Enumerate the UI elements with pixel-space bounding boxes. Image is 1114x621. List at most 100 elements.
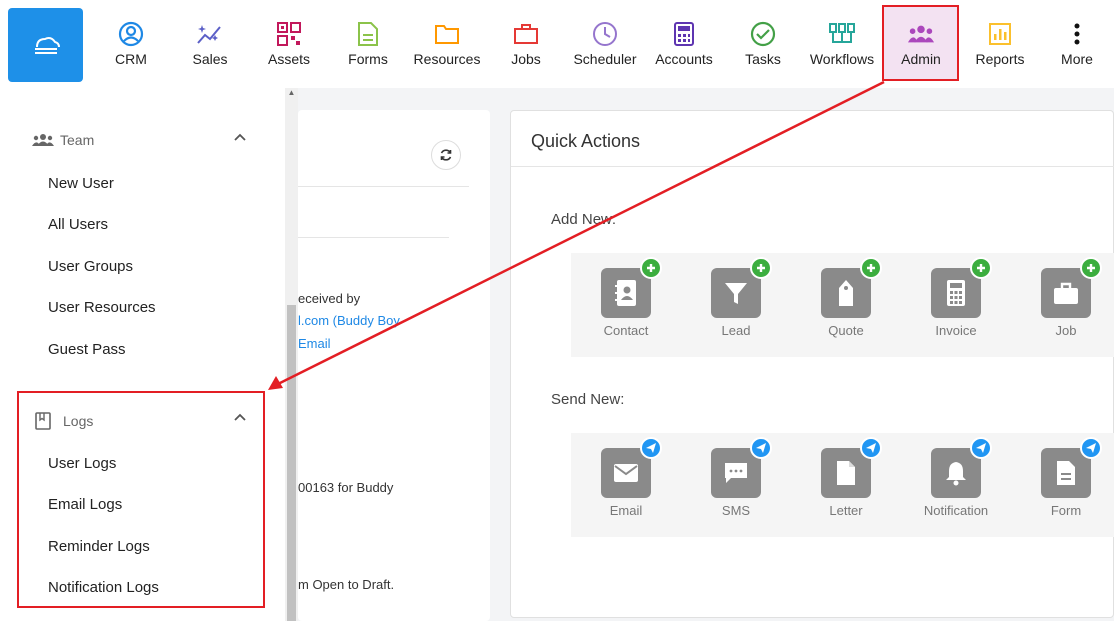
chat-bubble-icon	[725, 463, 747, 483]
send-letter-button[interactable]: Letter	[806, 437, 886, 518]
nav-more[interactable]: More	[1058, 0, 1096, 88]
menu-item-user-logs[interactable]: User Logs	[48, 455, 116, 472]
send-email-button[interactable]: Email	[586, 437, 666, 518]
user-circle-icon	[117, 20, 145, 48]
nav-label: Scheduler	[573, 51, 637, 67]
activity-contact-link[interactable]: Buddy Boy	[337, 313, 400, 328]
clock-icon	[591, 20, 619, 48]
nav-accounts[interactable]: Accounts	[655, 0, 713, 88]
bar-chart-icon	[986, 20, 1014, 48]
activity-email-link[interactable]: l.com (	[298, 313, 337, 328]
send-form-button[interactable]: Form	[1026, 437, 1106, 518]
briefcase-icon	[512, 20, 540, 48]
nav-admin[interactable]: Admin	[896, 0, 946, 88]
nav-label: CRM	[115, 51, 147, 67]
document-icon	[354, 20, 382, 48]
plus-icon	[1080, 257, 1102, 279]
tile-label: Email	[609, 503, 643, 518]
paper-plane-icon	[860, 437, 882, 459]
send-sms-button[interactable]: SMS	[696, 437, 776, 518]
paper-plane-icon	[1080, 437, 1102, 459]
plus-icon	[970, 257, 992, 279]
menu-item-notification-logs[interactable]: Notification Logs	[48, 579, 159, 596]
nav-resources[interactable]: Resources	[414, 0, 480, 88]
nav-scheduler[interactable]: Scheduler	[573, 0, 637, 88]
scroll-up-arrow-icon[interactable]: ▲	[287, 89, 296, 97]
briefcase-icon	[1054, 282, 1078, 304]
envelope-icon	[614, 464, 638, 482]
chevron-up-icon[interactable]	[233, 130, 247, 144]
refresh-icon	[440, 149, 452, 161]
paper-plane-icon	[970, 437, 992, 459]
plus-icon	[750, 257, 772, 279]
divider	[298, 186, 469, 187]
add-lead-button[interactable]: Lead	[696, 257, 776, 338]
tile-label: Job	[1055, 323, 1077, 338]
page-icon	[837, 461, 855, 485]
nav-crm[interactable]: CRM	[110, 0, 152, 88]
activity-text: eceived by	[298, 291, 361, 306]
nav-label: Sales	[192, 51, 228, 67]
nav-label: Forms	[348, 51, 388, 67]
menu-item-email-logs[interactable]: Email Logs	[48, 496, 122, 513]
tile-label: Notification	[923, 503, 989, 518]
plus-icon	[640, 257, 662, 279]
funnel-icon	[725, 283, 747, 304]
add-contact-button[interactable]: Contact	[586, 257, 666, 338]
logs-section-title: Logs	[63, 413, 94, 429]
nav-jobs[interactable]: Jobs	[509, 0, 543, 88]
tag-icon	[839, 280, 853, 306]
paper-plane-icon	[640, 437, 662, 459]
menu-item-new-user[interactable]: New User	[48, 175, 114, 192]
team-icon	[907, 20, 935, 48]
add-job-button[interactable]: Job	[1026, 257, 1106, 338]
logs-section-header[interactable]: Logs	[32, 412, 247, 430]
send-notification-button[interactable]: Notification	[916, 437, 996, 518]
quick-actions-panel	[510, 110, 1114, 618]
refresh-button[interactable]	[431, 140, 461, 170]
nav-reports[interactable]: Reports	[973, 0, 1027, 88]
menu-item-user-groups[interactable]: User Groups	[48, 258, 133, 275]
nav-tasks[interactable]: Tasks	[745, 0, 781, 88]
activity-text: l.com (Buddy Boy	[298, 313, 400, 328]
nav-label: Assets	[267, 51, 310, 67]
calculator-icon	[947, 280, 965, 306]
sparkle-chart-icon	[196, 20, 224, 48]
chevron-up-icon[interactable]	[233, 410, 247, 424]
activity-text: 00163 for Buddy	[298, 480, 394, 495]
nav-sales[interactable]: Sales	[189, 0, 231, 88]
tile-label: Form	[1050, 503, 1082, 518]
team-section-title: Team	[60, 132, 95, 148]
tile-label: Contact	[603, 323, 649, 338]
calculator-icon	[670, 20, 698, 48]
activity-text: m Open to Draft.	[298, 577, 395, 592]
tile-label: Quote	[828, 323, 864, 338]
quick-actions-title: Quick Actions	[531, 131, 641, 151]
menu-item-reminder-logs[interactable]: Reminder Logs	[48, 538, 150, 555]
qr-code-icon	[275, 20, 303, 48]
team-icon	[32, 134, 54, 146]
nav-workflows[interactable]: Workflows	[808, 0, 876, 88]
cloud-icon	[34, 37, 60, 54]
add-new-label: Add New:	[551, 211, 617, 228]
send-new-label: Send New:	[551, 391, 625, 408]
activity-email-link[interactable]: Email	[298, 336, 331, 351]
tile-label: Letter	[829, 503, 863, 518]
more-vertical-icon	[1063, 20, 1091, 48]
app-logo[interactable]	[8, 8, 83, 82]
nav-label: Accounts	[655, 51, 713, 67]
add-invoice-button[interactable]: Invoice	[916, 257, 996, 338]
nav-assets[interactable]: Assets	[265, 0, 313, 88]
tile-label: Invoice	[935, 323, 977, 338]
team-section-header[interactable]: Team	[32, 132, 247, 148]
nav-label: Workflows	[809, 51, 875, 67]
add-quote-button[interactable]: Quote	[806, 257, 886, 338]
sidebar-scroll-thumb[interactable]	[287, 305, 296, 621]
nav-label: Reports	[975, 51, 1025, 67]
menu-item-user-resources[interactable]: User Resources	[48, 299, 156, 316]
nav-label: More	[1061, 51, 1093, 67]
nav-forms[interactable]: Forms	[346, 0, 390, 88]
menu-item-guest-pass[interactable]: Guest Pass	[48, 341, 126, 358]
menu-item-all-users[interactable]: All Users	[48, 216, 108, 233]
workflow-icon	[828, 20, 856, 48]
